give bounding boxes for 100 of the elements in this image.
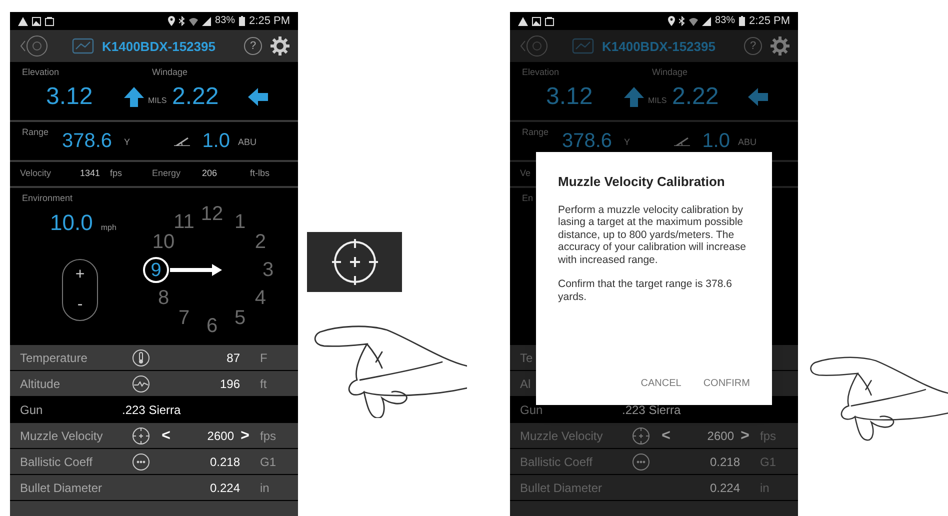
range-unit: Y [124,136,132,150]
row-label: Ballistic Coeff [19,454,94,470]
angle-value: 1.0 [201,131,231,151]
incline-icon [174,136,190,146]
row-unit: G1 [259,454,276,470]
wind-stepper[interactable]: + - [62,259,98,321]
wifi-icon [689,16,698,26]
row-value: 0.218 [708,454,741,470]
settings-row[interactable]: Ballistic Coeff 0.218 G1 [10,449,298,474]
row-value: 0.224 [708,480,741,496]
angle-unit: ABU [238,136,257,150]
up-arrow-icon [124,87,144,107]
row-label: Altitude [19,376,62,392]
image-icon [32,16,41,26]
velocity-label: Velocity [20,167,52,180]
wifi-icon [189,16,198,26]
row-unit: ft [259,376,267,392]
thermometer-icon[interactable] [132,348,150,366]
clock-direction[interactable]: 6 [199,313,225,339]
dialog-title: Muzzle Velocity Calibration [558,173,726,191]
clock-direction[interactable]: 12 [199,201,225,227]
back-icon [20,35,50,57]
settings-row[interactable]: Muzzle Velocity < 2600 > fps [510,423,798,448]
confirm-button[interactable]: CONFIRM [703,376,750,391]
row-label: Al [519,376,532,392]
left-arrow-icon [748,88,768,106]
environment-label: En [522,192,534,205]
signal-icon [202,16,212,26]
windage-value: 2.22 [672,85,720,109]
left-arrow-icon [248,88,268,106]
settings-row[interactable]: Altitude 196 ft [10,371,298,396]
settings-icon[interactable] [270,36,290,56]
row-unit: G1 [759,454,776,470]
decrease-button[interactable]: < [156,428,176,443]
clock-time: 2:25 PM [749,16,790,26]
clock-time: 2:25 PM [249,16,290,26]
location-icon [668,16,676,26]
signal-icon [702,16,712,26]
crosshair-icon[interactable] [632,426,650,444]
range-value: 378.6 [562,131,614,151]
angle-unit: ABU [738,136,757,150]
row-value: 196 [218,376,241,392]
crosshair-button[interactable] [307,232,402,292]
minus-button[interactable]: - [77,297,83,313]
energy-value: 206 [202,167,218,180]
velocity-unit: fps [110,167,124,180]
velocity-value: 1341 [80,167,102,180]
image-icon [45,16,54,26]
windage-value: 2.22 [172,85,220,109]
row-label: Bullet Diameter [19,480,104,496]
row-label: Muzzle Velocity [19,428,104,444]
gun-name: .223 Sierra [622,402,681,418]
row-label: Gun [19,402,44,418]
clock-direction[interactable]: 9 [143,257,169,283]
row-unit: F [259,350,268,366]
dialog-text: Perform a muzzle velocity calibration by lasing a target at the maximum possible distance, up to 800 yards/meters. The accuracy of your calibration will increase with increased range. [558,204,747,266]
row-unit: in [259,480,270,496]
crosshair-icon[interactable] [132,426,150,444]
energy-label: Energy [152,167,182,180]
battery-percent: 83% [215,16,236,26]
settings-row[interactable]: Ballistic Coeff 0.218 G1 [510,449,798,474]
energy-unit: ft-lbs [250,167,270,180]
wind-speed-value: 10.0 [50,212,93,234]
altitude-icon[interactable] [132,374,150,392]
cancel-button[interactable]: CANCEL [640,376,682,391]
settings-icon[interactable] [770,36,790,56]
clock-direction[interactable]: 3 [255,257,281,283]
more-icon[interactable] [132,452,150,470]
row-unit: fps [259,428,276,444]
gun-name: .223 Sierra [122,402,181,418]
battery-icon [239,16,246,26]
windage-label: Windage [652,66,688,79]
settings-row[interactable]: Bullet Diameter 0.224 in [10,475,298,500]
settings-row[interactable]: Muzzle Velocity < 2600 > fps [10,423,298,448]
range-label: Range [22,126,50,139]
decrease-button[interactable]: < [656,428,676,443]
row-value: 2600 [206,428,234,444]
device-title: K1400BDX-152395 [602,40,716,52]
windage-label: Windage [152,66,188,79]
help-button[interactable]: ? [244,37,262,55]
device-title: K1400BDX-152395 [102,40,216,52]
plus-button[interactable]: + [75,267,85,283]
range-value: 378.6 [62,131,114,151]
help-button[interactable]: ? [744,37,762,55]
increase-button[interactable]: > [234,428,256,443]
unit-label: MILS [147,95,168,107]
wind-speed-unit: mph [100,222,116,234]
device-icon[interactable] [72,37,94,55]
crosshair-icon [332,239,378,285]
settings-row[interactable]: Temperature 87 F [10,345,298,370]
up-arrow-icon [624,87,644,107]
row-label: Temperature [19,350,88,366]
more-icon[interactable] [632,452,650,470]
elevation-value: 3.12 [45,85,94,109]
row-label: Bullet Diameter [519,480,604,496]
increase-button[interactable]: > [734,428,756,443]
battery-percent: 83% [715,16,736,26]
settings-row[interactable]: Bullet Diameter 0.224 in [510,475,798,500]
warning-icon [518,16,528,26]
row-value: 0.224 [208,480,241,496]
